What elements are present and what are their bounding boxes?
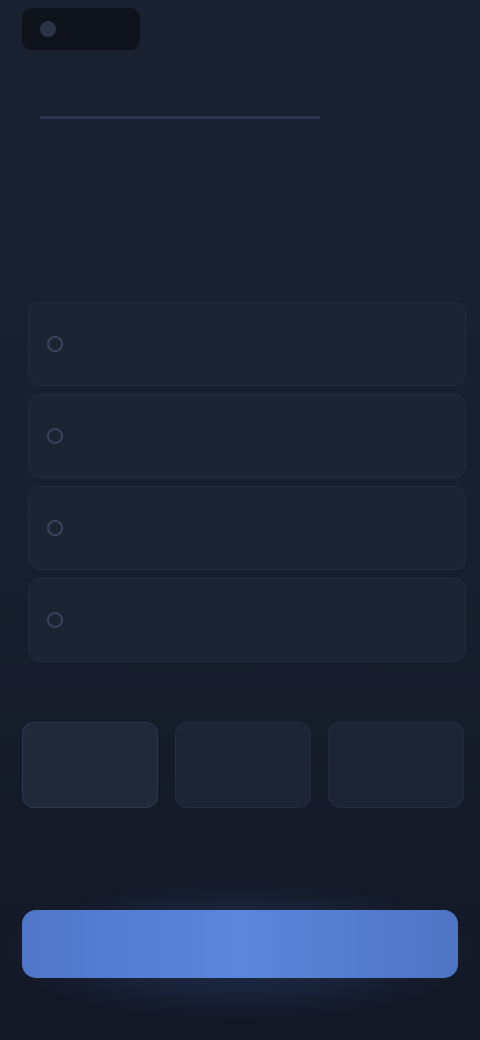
brand-logo-icon (40, 21, 56, 37)
top-bar (0, 0, 480, 60)
continue-button[interactable] (22, 910, 458, 978)
option-4[interactable] (28, 578, 466, 662)
brand-badge[interactable] (22, 8, 140, 50)
option-list (28, 302, 466, 670)
option-2[interactable] (28, 394, 466, 478)
chip-3[interactable] (328, 722, 464, 808)
radio-icon (47, 428, 63, 444)
option-3[interactable] (28, 486, 466, 570)
radio-icon (47, 520, 63, 536)
option-1[interactable] (28, 302, 466, 386)
radio-icon (47, 612, 63, 628)
screen (0, 0, 480, 1040)
chip-2[interactable] (175, 722, 311, 808)
radio-icon (47, 336, 63, 352)
chip-1[interactable] (22, 722, 158, 808)
chip-group (22, 722, 464, 808)
progress-bar (40, 116, 320, 119)
